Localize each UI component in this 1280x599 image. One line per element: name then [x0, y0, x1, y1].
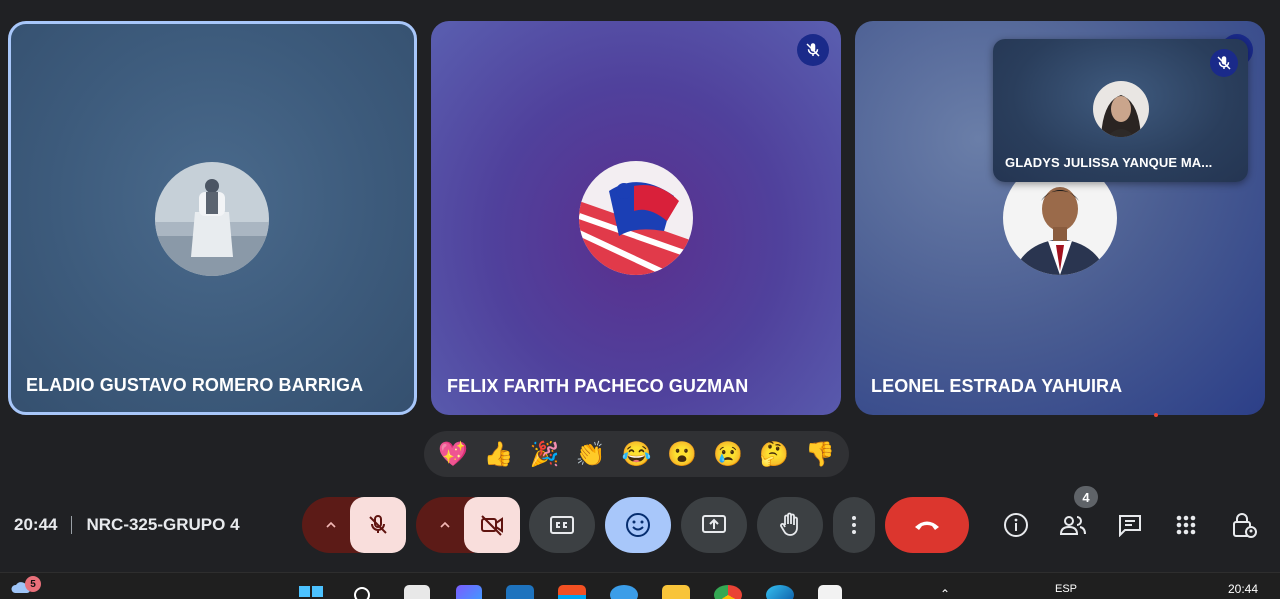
info-icon — [1004, 513, 1028, 537]
chat-icon — [1119, 515, 1141, 537]
start-icon[interactable] — [298, 585, 324, 599]
chrome-icon[interactable] — [714, 585, 742, 599]
reaction-party-popper[interactable]: 🎉 — [525, 434, 565, 474]
chevron-up-icon — [326, 521, 336, 528]
os-taskbar: 5 ⌃ ESP 20:44 — [0, 572, 1280, 599]
apps-grid-icon — [1176, 515, 1196, 535]
present-screen-button[interactable] — [681, 497, 747, 553]
reaction-crying[interactable]: 😢 — [708, 434, 748, 474]
present-icon — [702, 515, 726, 533]
reaction-laughing[interactable]: 😂 — [616, 434, 656, 474]
microphone-toggle-button[interactable] — [350, 497, 406, 553]
reactions-bar: 💖 👍 🎉 👏 😂 😮 😢 🤔 👎 — [424, 431, 849, 477]
task-view-icon[interactable] — [404, 585, 430, 599]
reaction-thinking[interactable]: 🤔 — [754, 434, 794, 474]
notepad-icon[interactable] — [818, 585, 842, 599]
mic-off-icon — [1217, 56, 1231, 70]
host-controls-button[interactable] — [1224, 505, 1264, 545]
reaction-thumbs-up[interactable]: 👍 — [479, 434, 519, 474]
chevron-up-icon — [440, 521, 450, 528]
leave-call-button[interactable] — [885, 497, 969, 553]
edge-icon[interactable] — [766, 585, 794, 599]
captions-button[interactable] — [529, 497, 595, 553]
participant-tile-felix[interactable]: FELIX FARITH PACHECO GUZMAN — [431, 21, 841, 415]
participant-name: ELADIO GUSTAVO ROMERO BARRIGA — [26, 375, 364, 395]
taskbar-clock[interactable]: 20:44 — [1228, 582, 1258, 596]
reaction-surprised[interactable]: 😮 — [662, 434, 702, 474]
mic-off-icon — [369, 514, 387, 534]
store-icon[interactable] — [558, 585, 586, 599]
camera-toggle-button[interactable] — [464, 497, 520, 553]
weather-app-icon[interactable] — [610, 585, 638, 599]
people-button[interactable] — [1053, 505, 1093, 545]
file-explorer-icon[interactable] — [662, 585, 690, 599]
mic-muted-indicator — [797, 34, 829, 66]
divider — [71, 516, 73, 534]
lock-person-icon — [1233, 513, 1257, 538]
people-icon — [1059, 516, 1086, 535]
closed-captions-icon — [550, 516, 574, 534]
avatar — [1093, 81, 1149, 137]
reaction-thumbs-down[interactable]: 👎 — [800, 434, 840, 474]
participant-name: LEONEL ESTRADA YAHUIRA — [871, 376, 1123, 396]
reaction-clapping[interactable]: 👏 — [571, 434, 611, 474]
hand-icon — [780, 512, 798, 536]
mic-muted-indicator — [1210, 49, 1238, 77]
video-off-icon — [481, 515, 503, 536]
recording-dot — [1154, 413, 1158, 417]
participant-tile-eladio[interactable]: ELADIO GUSTAVO ROMERO BARRIGA — [8, 21, 417, 415]
search-icon[interactable] — [352, 585, 374, 599]
avatar — [155, 162, 269, 276]
avatar — [579, 161, 693, 275]
meeting-info: 20:44 NRC-325-GRUPO 4 — [14, 514, 240, 536]
self-view-tile[interactable]: GLADYS JULISSA YANQUE MA... — [993, 39, 1248, 182]
weather-badge: 5 — [25, 576, 41, 592]
more-vert-icon — [852, 516, 856, 534]
language-indicator[interactable]: ESP — [1055, 583, 1077, 595]
smiley-icon — [626, 513, 650, 537]
activities-button[interactable] — [1166, 505, 1206, 545]
meeting-details-button[interactable] — [996, 505, 1036, 545]
participant-name: GLADYS JULISSA YANQUE MA... — [1005, 155, 1213, 170]
meeting-time: 20:44 — [14, 515, 58, 534]
mcafee-icon[interactable] — [506, 585, 534, 599]
more-options-button[interactable] — [833, 497, 875, 553]
mic-off-icon — [806, 43, 820, 57]
copilot-icon[interactable] — [456, 585, 482, 599]
raise-hand-button[interactable] — [757, 497, 823, 553]
reaction-sparkling-heart[interactable]: 💖 — [433, 434, 473, 474]
reactions-button[interactable] — [605, 497, 671, 553]
hang-up-icon — [915, 521, 939, 530]
participant-name: FELIX FARITH PACHECO GUZMAN — [447, 376, 749, 396]
meeting-code: NRC-325-GRUPO 4 — [86, 515, 240, 534]
chat-button[interactable] — [1110, 505, 1150, 545]
chevron-up-icon[interactable]: ⌃ — [940, 587, 950, 599]
